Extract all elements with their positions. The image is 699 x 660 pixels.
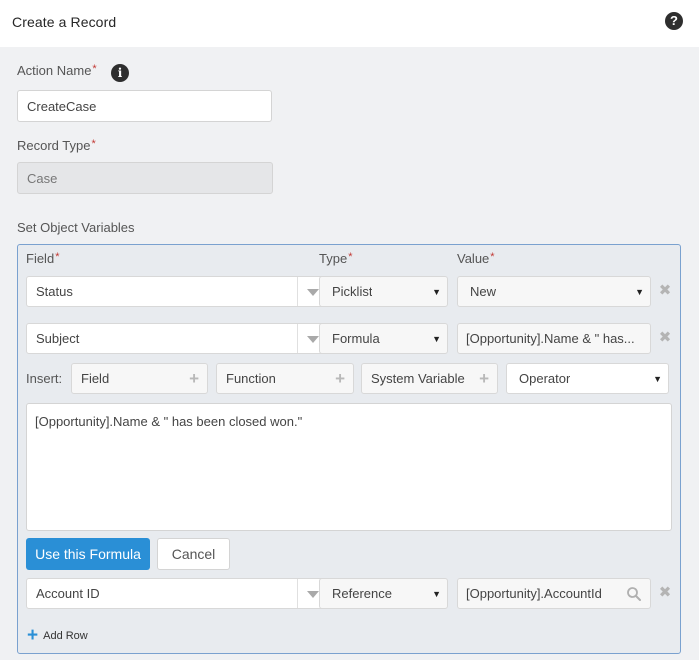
object-variables-panel: Field* Type* Value* Status Picklist ▼ Ne…: [17, 244, 681, 654]
value-text: New: [470, 284, 497, 299]
required-mark: *: [92, 63, 97, 75]
formula-textarea[interactable]: [Opportunity].Name & " has been closed w…: [26, 403, 672, 531]
record-type-value: Case: [27, 170, 58, 186]
required-mark: *: [55, 251, 60, 263]
insert-system-variable-label: System Variable: [371, 371, 465, 386]
dropdown-arrow-icon: ▼: [432, 333, 441, 344]
info-icon[interactable]: i: [111, 64, 129, 82]
action-name-label: Action Name*: [17, 63, 97, 78]
dialog-header: Create a Record ?: [0, 0, 699, 47]
insert-field-label: Field: [81, 371, 110, 386]
record-type-label-text: Record Type: [17, 138, 91, 153]
dropdown-arrow-icon: ▼: [432, 286, 441, 297]
dropdown-arrow-icon: ▼: [653, 373, 662, 384]
use-formula-button[interactable]: Use this Formula: [26, 538, 150, 570]
field-value: Status: [36, 284, 73, 299]
required-mark: *: [91, 138, 96, 150]
type-value: Picklist: [332, 284, 373, 299]
type-value: Formula: [332, 331, 380, 346]
set-object-variables-label: Set Object Variables: [17, 220, 135, 235]
column-header-type-text: Type: [319, 251, 348, 266]
add-row-label: Add Row: [43, 630, 88, 642]
value-lookup-account-id[interactable]: [Opportunity].AccountId: [457, 578, 651, 609]
field-value: Account ID: [36, 586, 100, 601]
type-value: Reference: [332, 586, 392, 601]
operator-select[interactable]: Operator ▼: [506, 363, 669, 394]
chevron-down-icon[interactable]: [307, 590, 319, 598]
plus-icon: +: [479, 368, 489, 388]
remove-row-icon[interactable]: ✖: [658, 330, 672, 346]
column-header-field: Field*: [26, 251, 59, 266]
type-select-account-id[interactable]: Reference ▼: [319, 578, 448, 609]
type-select-status[interactable]: Picklist ▼: [319, 276, 448, 307]
dropdown-arrow-icon: ▼: [635, 286, 644, 297]
plus-icon: +: [335, 368, 345, 388]
insert-function-button[interactable]: Function +: [216, 363, 354, 394]
insert-field-button[interactable]: Field +: [71, 363, 208, 394]
cancel-button[interactable]: Cancel: [157, 538, 230, 570]
field-combobox-account-id[interactable]: Account ID: [26, 578, 329, 609]
operator-label: Operator: [519, 371, 571, 386]
field-combobox-subject[interactable]: Subject: [26, 323, 329, 354]
action-name-label-text: Action Name: [17, 63, 92, 78]
plus-icon: +: [189, 368, 199, 388]
column-header-type: Type*: [319, 251, 352, 266]
field-combobox-status[interactable]: Status: [26, 276, 329, 307]
action-name-input[interactable]: CreateCase: [17, 90, 272, 122]
dropdown-arrow-icon: ▼: [432, 588, 441, 599]
value-select-status[interactable]: New ▼: [457, 276, 651, 307]
required-mark: *: [490, 251, 495, 263]
dialog-title: Create a Record: [12, 14, 117, 30]
type-select-subject[interactable]: Formula ▼: [319, 323, 448, 354]
chevron-down-icon[interactable]: [307, 335, 319, 343]
required-mark: *: [348, 251, 353, 263]
combobox-divider: [297, 324, 298, 353]
record-type-input: Case: [17, 162, 273, 194]
remove-row-icon[interactable]: ✖: [658, 283, 672, 299]
value-text: [Opportunity].AccountId: [466, 586, 602, 601]
combobox-divider: [297, 277, 298, 306]
value-formula-subject[interactable]: [Opportunity].Name & " has...: [457, 323, 651, 354]
record-type-label: Record Type*: [17, 138, 96, 153]
add-row-button[interactable]: + Add Row: [27, 625, 88, 646]
action-name-value: CreateCase: [27, 98, 97, 114]
help-icon[interactable]: ?: [665, 12, 683, 30]
remove-row-icon[interactable]: ✖: [658, 585, 672, 601]
combobox-divider: [297, 579, 298, 608]
field-value: Subject: [36, 331, 80, 346]
insert-system-variable-button[interactable]: System Variable +: [361, 363, 498, 394]
chevron-down-icon[interactable]: [307, 288, 319, 296]
plus-icon: +: [27, 625, 39, 646]
insert-label: Insert:: [26, 371, 63, 386]
column-header-field-text: Field: [26, 251, 55, 266]
column-header-value: Value*: [457, 251, 495, 266]
insert-function-label: Function: [226, 371, 276, 386]
column-header-value-text: Value: [457, 251, 490, 266]
value-text: [Opportunity].Name & " has...: [466, 331, 635, 346]
search-icon[interactable]: [626, 586, 642, 602]
